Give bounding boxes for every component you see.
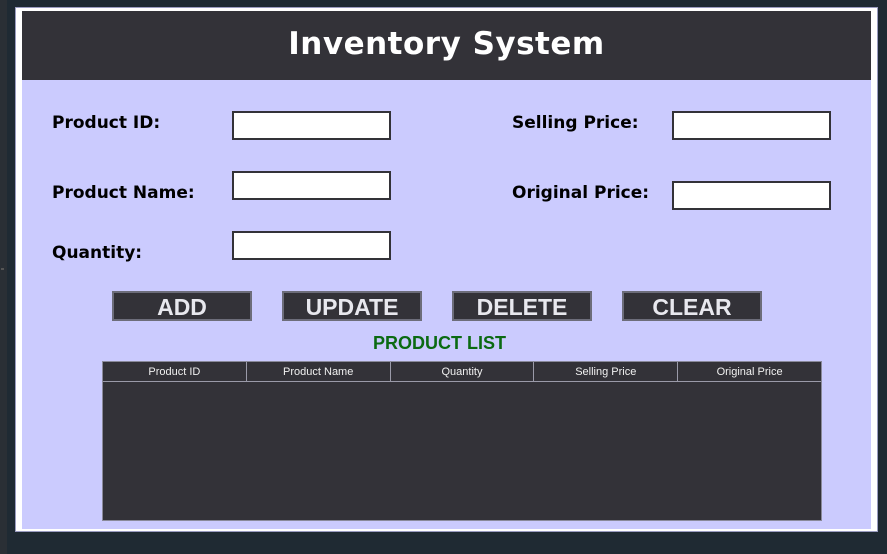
original-price-field[interactable] xyxy=(672,181,831,210)
quantity-field[interactable] xyxy=(232,231,391,260)
update-button[interactable]: UPDATE xyxy=(282,291,422,321)
column-header-quantity[interactable]: Quantity xyxy=(391,362,535,381)
selling-price-field[interactable] xyxy=(672,111,831,140)
left-window-edge xyxy=(0,0,7,554)
window-bottom-edge xyxy=(15,532,878,554)
product-name-label: Product Name: xyxy=(52,183,195,203)
add-button[interactable]: ADD xyxy=(112,291,252,321)
product-table[interactable]: Product ID Product Name Quantity Selling… xyxy=(102,361,822,521)
column-header-original-price[interactable]: Original Price xyxy=(678,362,821,381)
column-header-selling-price[interactable]: Selling Price xyxy=(534,362,679,381)
column-header-product-id[interactable]: Product ID xyxy=(103,362,247,381)
original-price-label: Original Price: xyxy=(512,183,650,203)
selling-price-label: Selling Price: xyxy=(512,113,639,133)
header-bar: Inventory System xyxy=(22,11,871,80)
product-list-title: PRODUCT LIST xyxy=(373,333,506,353)
column-header-product-name[interactable]: Product Name xyxy=(247,362,391,381)
table-header: Product ID Product Name Quantity Selling… xyxy=(103,362,821,382)
delete-button[interactable]: DELETE xyxy=(452,291,592,321)
product-id-field[interactable] xyxy=(232,111,391,140)
table-body[interactable] xyxy=(103,382,821,520)
quantity-label: Quantity: xyxy=(52,243,143,263)
product-id-label: Product ID: xyxy=(52,113,161,133)
clear-button[interactable]: CLEAR xyxy=(622,291,762,321)
product-name-field[interactable] xyxy=(232,171,391,200)
page-title: Inventory System xyxy=(288,26,605,62)
